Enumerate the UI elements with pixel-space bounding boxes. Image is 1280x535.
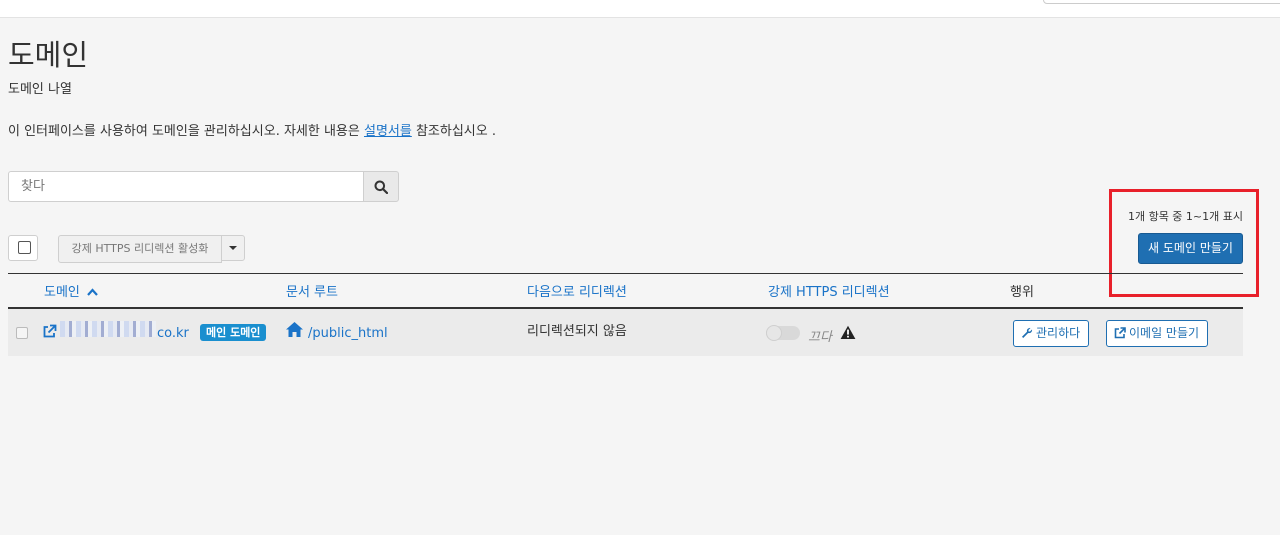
create-email-label: 이메일 만들기	[1129, 326, 1200, 340]
docroot-link[interactable]: /public_html	[308, 326, 388, 341]
manage-button-label: 관리하다	[1036, 326, 1081, 340]
create-domain-button[interactable]: 새 도메인 만들기	[1138, 233, 1243, 264]
redirect-status: 리디렉션되지 않음	[527, 324, 627, 339]
description-text-end: 참조하십시오 .	[411, 124, 496, 139]
header-domain[interactable]: 도메인	[44, 281, 98, 300]
header-redirect[interactable]: 다음으로 리디렉션	[527, 281, 627, 300]
row-checkbox[interactable]	[16, 327, 28, 339]
main-domain-badge: 메인 도메인	[200, 324, 267, 341]
page-title: 도메인	[8, 38, 89, 72]
external-link-icon	[1114, 327, 1126, 339]
table-top-border	[8, 273, 1243, 274]
toggle-state-label: 끄다	[808, 330, 832, 345]
select-all-checkbox[interactable]	[8, 235, 38, 261]
domain-link[interactable]: co.kr	[157, 326, 189, 341]
search-input[interactable]	[8, 171, 364, 202]
sort-up-icon	[87, 288, 98, 296]
domain-name-redacted	[60, 321, 156, 337]
description-text: 이 인터페이스를 사용하여 도메인을 관리하십시오. 자세한 내용은	[8, 124, 364, 139]
documentation-link[interactable]: 설명서를	[364, 124, 412, 139]
page-subtitle: 도메인 나열	[8, 82, 72, 97]
top-bar	[0, 0, 1280, 18]
https-options-caret[interactable]	[221, 235, 245, 261]
wrench-icon	[1022, 327, 1033, 338]
header-https[interactable]: 강제 HTTPS 리디렉션	[768, 281, 890, 300]
search-icon	[374, 180, 388, 194]
item-count-text: 1개 항목 중 1~1개 표시	[1127, 210, 1243, 223]
select-all-box	[18, 241, 31, 254]
external-link-icon[interactable]	[42, 324, 57, 339]
header-domain-label: 도메인	[44, 285, 80, 300]
header-actions: 행위	[1010, 285, 1034, 300]
page-description: 이 인터페이스를 사용하여 도메인을 관리하십시오. 자세한 내용은 설명서를 …	[8, 120, 496, 139]
create-email-button[interactable]: 이메일 만들기	[1106, 320, 1209, 347]
manage-button[interactable]: 관리하다	[1013, 320, 1090, 347]
table-row: co.kr 메인 도메인 /public_html 리디렉션되지 않음 끄다 관…	[8, 309, 1243, 356]
toggle-knob	[766, 325, 782, 341]
warning-icon	[840, 325, 856, 339]
top-search-field[interactable]	[1043, 0, 1280, 4]
search-button[interactable]	[363, 171, 399, 202]
https-redirect-toggle[interactable]	[766, 325, 800, 341]
enable-https-redirect-button[interactable]: 강제 HTTPS 리디렉션 활성화	[58, 235, 222, 263]
header-docroot[interactable]: 문서 루트	[286, 281, 338, 300]
home-icon	[286, 322, 303, 337]
